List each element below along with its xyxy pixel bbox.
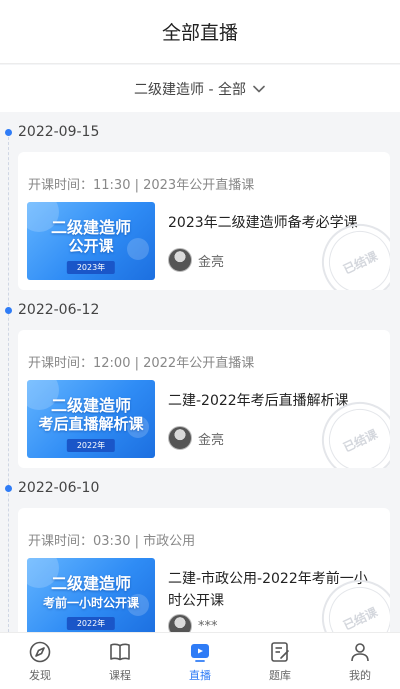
bottom-tab-bar: 发现 课程 直播 题库 我的 xyxy=(0,632,400,689)
profile-icon xyxy=(351,642,369,661)
live-course-card[interactable]: 开课时间：11:30 | 2023年公开直播课 二级建造师 公开课 2023年 … xyxy=(18,152,390,290)
top-header: 全部直播 xyxy=(0,0,400,64)
book-icon xyxy=(110,643,130,660)
tab-discover[interactable]: 发现 xyxy=(5,640,75,683)
date-row: 2022-09-15 xyxy=(0,112,400,152)
tab-label: 发现 xyxy=(29,668,51,682)
stamp-label: 已结课 xyxy=(340,248,380,277)
thumb-title-line1: 二级建造师 xyxy=(50,574,131,593)
discover-icon xyxy=(29,641,51,662)
course-thumbnail[interactable]: 二级建造师 公开课 2023年 xyxy=(27,202,155,280)
date-label: 2022-06-10 xyxy=(18,480,100,496)
course-meta: 开课时间：03:30 | 市政公用 xyxy=(28,534,196,549)
live-course-feed[interactable]: 2022-09-15 开课时间：11:30 | 2023年公开直播课 二级建造师… xyxy=(0,112,400,632)
page-title: 全部直播 xyxy=(161,22,238,44)
tab-course[interactable]: 课程 xyxy=(85,640,155,683)
thumb-year-badge: 2022年 xyxy=(66,617,116,630)
teacher-info: 金亮 xyxy=(168,248,224,272)
teacher-info: 金亮 xyxy=(168,426,224,450)
tab-live[interactable]: 直播 xyxy=(165,640,235,683)
filter-label: 二级建造师 - 全部 xyxy=(134,81,246,98)
teacher-avatar xyxy=(168,248,192,272)
timeline-dot xyxy=(5,128,12,136)
live-icon xyxy=(191,643,209,662)
course-meta: 开课时间：11:30 | 2023年公开直播课 xyxy=(28,178,255,193)
stamp-label: 已结课 xyxy=(340,426,380,455)
tab-profile[interactable]: 我的 xyxy=(325,640,395,683)
live-course-card[interactable]: 开课时间：12:00 | 2022年公开直播课 二级建造师 考后直播解析课 20… xyxy=(18,330,390,468)
live-course-card[interactable]: 开课时间：03:30 | 市政公用 二级建造师 考前一小时公开课 2022年 二… xyxy=(18,508,390,632)
tab-question-bank[interactable]: 题库 xyxy=(245,640,315,683)
thumb-title-line2: 考前一小时公开课 xyxy=(42,596,139,610)
course-thumbnail[interactable]: 二级建造师 考后直播解析课 2022年 xyxy=(27,380,155,458)
thumb-title-line2: 考后直播解析课 xyxy=(38,415,144,433)
teacher-name: 金亮 xyxy=(198,254,225,270)
date-group: 2022-09-15 开课时间：11:30 | 2023年公开直播课 二级建造师… xyxy=(0,112,400,290)
course-thumbnail[interactable]: 二级建造师 考前一小时公开课 2022年 xyxy=(27,558,155,632)
thumb-year-badge: 2023年 xyxy=(66,261,116,274)
date-row: 2022-06-10 xyxy=(0,468,400,508)
date-group: 2022-06-12 开课时间：12:00 | 2022年公开直播课 二级建造师… xyxy=(0,290,400,468)
tab-label: 课程 xyxy=(109,668,131,682)
date-label: 2022-09-15 xyxy=(18,124,100,140)
thumb-title-line2: 公开课 xyxy=(68,237,114,255)
teacher-name: *** xyxy=(198,618,218,633)
timeline-dot xyxy=(5,306,12,314)
category-filter-dropdown[interactable]: 二级建造师 - 全部 xyxy=(0,65,400,112)
teacher-avatar xyxy=(168,426,192,450)
timeline-dot xyxy=(5,484,12,492)
teacher-info: *** xyxy=(168,614,218,632)
date-label: 2022-06-12 xyxy=(18,302,100,318)
date-row: 2022-06-12 xyxy=(0,290,400,330)
teacher-name: 金亮 xyxy=(198,432,225,448)
course-meta: 开课时间：12:00 | 2022年公开直播课 xyxy=(28,356,255,371)
stamp-label: 已结课 xyxy=(340,604,380,632)
chevron-down-icon xyxy=(253,85,265,92)
teacher-avatar xyxy=(168,614,192,632)
tab-label: 我的 xyxy=(349,668,371,682)
thumb-year-badge: 2022年 xyxy=(66,439,116,452)
tab-label: 直播 xyxy=(189,668,211,682)
date-group: 2022-06-10 开课时间：03:30 | 市政公用 二级建造师 考前一小时… xyxy=(0,468,400,632)
tab-label: 题库 xyxy=(269,668,291,682)
question-bank-icon xyxy=(271,641,289,662)
